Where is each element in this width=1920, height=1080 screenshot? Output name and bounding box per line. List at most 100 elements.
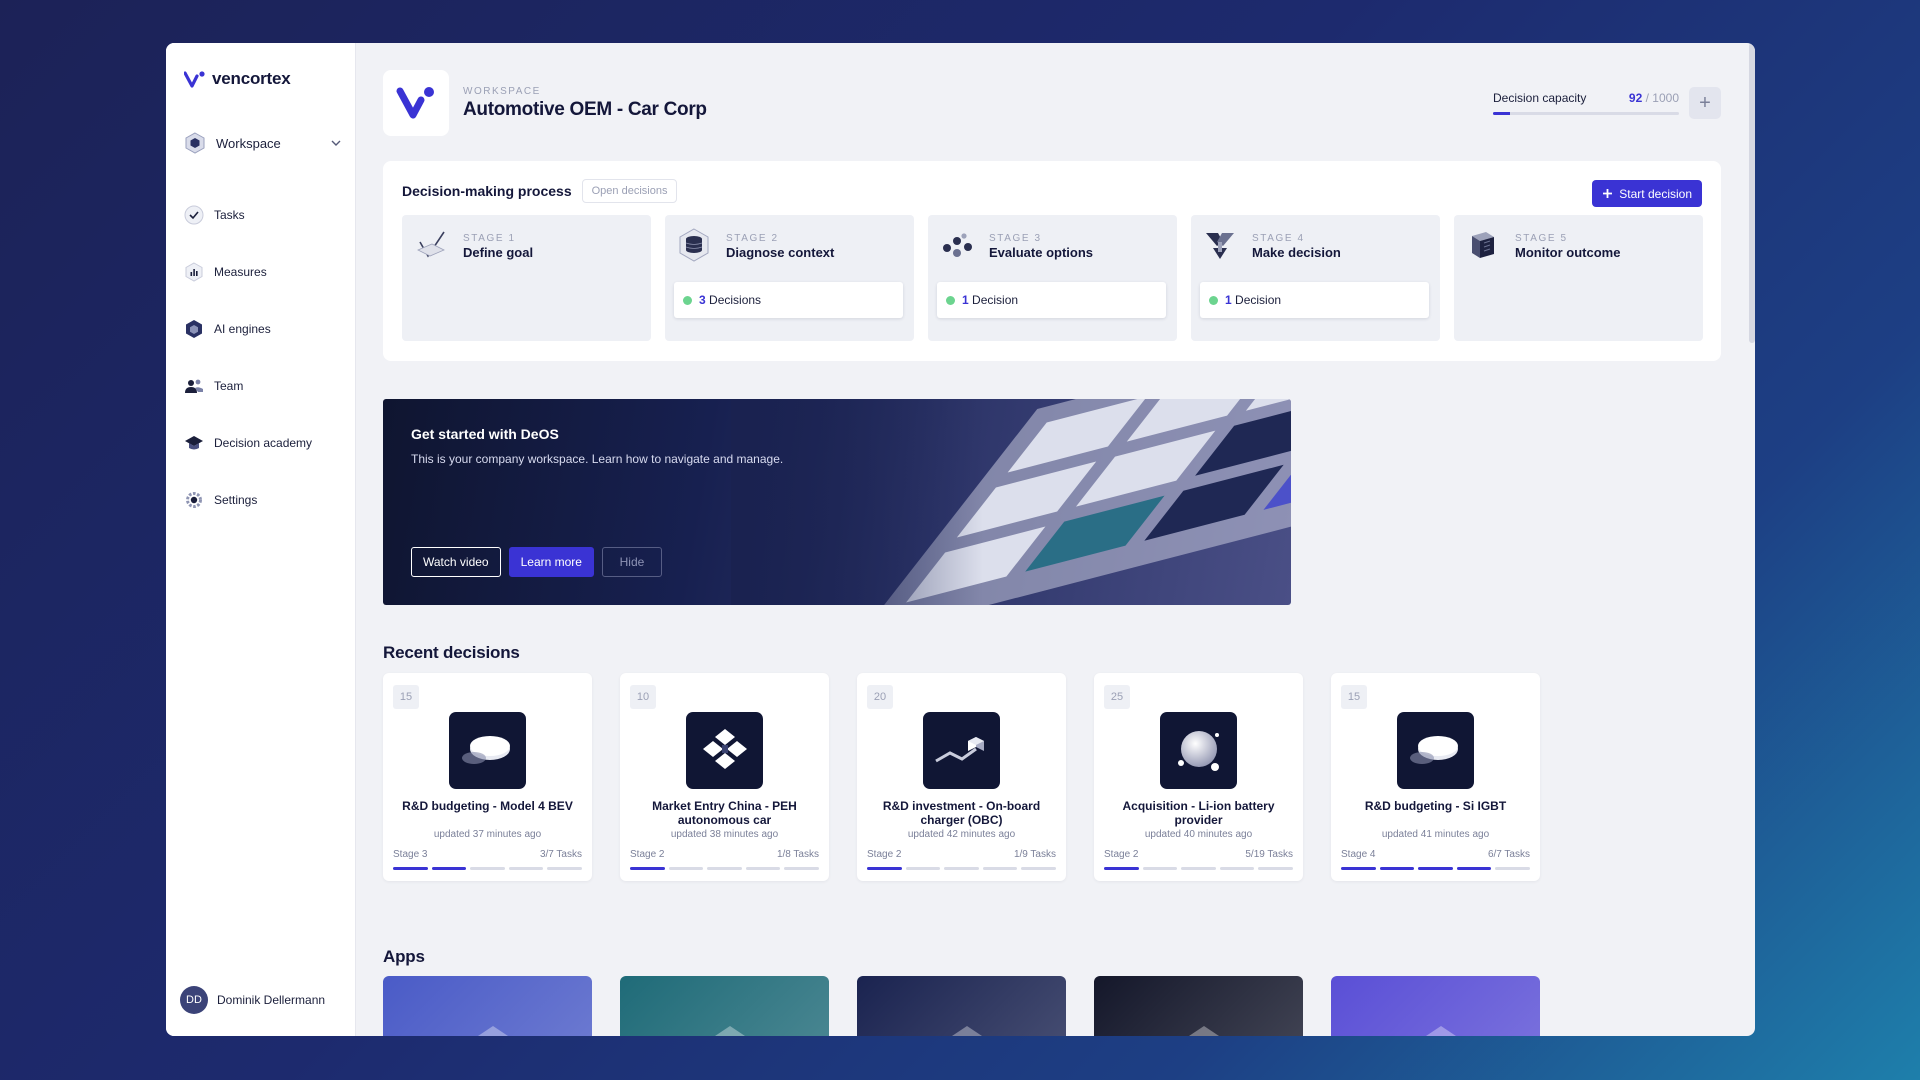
start-decision-button[interactable]: Start decision bbox=[1592, 180, 1702, 207]
decision-progress bbox=[1341, 867, 1530, 870]
progress-segment bbox=[707, 867, 742, 870]
team-icon bbox=[184, 376, 204, 396]
stage-card-make-decision[interactable]: STAGE 4 Make decision 1 Decision bbox=[1191, 215, 1440, 341]
sidebar-item-label: Tasks bbox=[214, 208, 245, 222]
workspace-header: WORKSPACE Automotive OEM - Car Corp bbox=[383, 70, 707, 136]
hide-banner-button[interactable]: Hide bbox=[601, 547, 662, 577]
banner-title: Get started with DeOS bbox=[411, 426, 559, 442]
app-card[interactable] bbox=[857, 976, 1066, 1036]
app-card[interactable] bbox=[1094, 976, 1303, 1036]
decision-capacity: Decision capacity 92 / 1000 + bbox=[1493, 87, 1721, 119]
app-card[interactable] bbox=[620, 976, 829, 1036]
graduation-cap-icon bbox=[184, 433, 204, 453]
nodes-icon bbox=[943, 233, 972, 257]
open-decisions-button[interactable]: Open decisions bbox=[581, 179, 678, 203]
capacity-separator: / bbox=[1645, 91, 1649, 105]
learn-more-button[interactable]: Learn more bbox=[508, 547, 594, 577]
decision-progress bbox=[393, 867, 582, 870]
stage-number: STAGE 2 bbox=[726, 233, 779, 244]
decision-tasks: 6/7 Tasks bbox=[1487, 849, 1530, 860]
capacity-progress-fill bbox=[1493, 112, 1511, 115]
decision-card[interactable]: 10 Market Entry China - PEH autonomous ca… bbox=[620, 673, 829, 881]
sidebar-item-ai-engines[interactable]: AI engines bbox=[184, 317, 344, 341]
gear-icon bbox=[184, 490, 204, 510]
app-illustration-icon bbox=[952, 1026, 982, 1036]
workspace-logo bbox=[383, 70, 449, 136]
stage-card-define-goal[interactable]: STAGE 1 Define goal bbox=[402, 215, 651, 341]
user-profile[interactable]: DD Dominik Dellermann bbox=[180, 986, 325, 1014]
stage-card-diagnose-context[interactable]: STAGE 2 Diagnose context 3 Decisions bbox=[665, 215, 914, 341]
scrollbar[interactable] bbox=[1749, 43, 1755, 343]
decision-card[interactable]: 20 R&D investment - On-board charger (OBC… bbox=[857, 673, 1066, 881]
stage-card-evaluate-options[interactable]: STAGE 3 Evaluate options 1 Decision bbox=[928, 215, 1177, 341]
app-illustration-icon bbox=[715, 1026, 745, 1036]
sidebar-item-label: Team bbox=[214, 379, 244, 393]
stage-number: STAGE 3 bbox=[989, 233, 1042, 244]
capacity-total: 1000 bbox=[1652, 91, 1679, 105]
database-icon bbox=[679, 228, 709, 262]
stage-decisions-badge[interactable]: 1 Decision bbox=[1200, 282, 1429, 318]
progress-segment bbox=[393, 867, 428, 870]
checklist-icon bbox=[417, 231, 445, 258]
progress-segment bbox=[1495, 867, 1530, 870]
progress-segment bbox=[1456, 867, 1492, 870]
status-dot bbox=[1209, 295, 1218, 305]
path-illustration-icon bbox=[934, 736, 984, 762]
stage-card-monitor-outcome[interactable]: STAGE 5 Monitor outcome bbox=[1454, 215, 1703, 341]
add-capacity-button[interactable]: + bbox=[1689, 87, 1721, 119]
stage-number: STAGE 4 bbox=[1252, 233, 1305, 244]
decision-card[interactable]: 25 Acquisition - Li-ion battery provider u… bbox=[1094, 673, 1303, 881]
badge-count: 1 bbox=[962, 293, 969, 307]
decision-updated: updated 42 minutes ago bbox=[907, 829, 1016, 840]
sidebar-item-team[interactable]: Team bbox=[184, 374, 344, 398]
sidebar-item-label: AI engines bbox=[214, 322, 271, 336]
progress-segment bbox=[867, 867, 902, 870]
brand-logo[interactable]: vencortex bbox=[184, 69, 291, 89]
sidebar-item-measures[interactable]: Measures bbox=[184, 260, 344, 284]
progress-segment bbox=[1181, 867, 1216, 870]
app-window: vencortex Workspace Tasks Measures AI en… bbox=[166, 43, 1755, 1036]
workspace-select[interactable]: Workspace bbox=[184, 129, 342, 157]
badge-count: 1 bbox=[1225, 293, 1232, 307]
decision-tasks: 1/8 Tasks bbox=[776, 849, 819, 860]
capacity-progress-bar bbox=[1493, 112, 1679, 115]
stage-decisions-badge[interactable]: 1 Decision bbox=[937, 282, 1166, 318]
progress-segment bbox=[630, 867, 665, 870]
progress-segment bbox=[547, 867, 582, 870]
sidebar-item-decision-academy[interactable]: Decision academy bbox=[184, 431, 344, 455]
main-content: WORKSPACE Automotive OEM - Car Corp Deci… bbox=[356, 43, 1755, 1036]
decision-thumbnail bbox=[449, 712, 526, 789]
vencortex-logo-icon bbox=[396, 87, 434, 119]
app-card[interactable] bbox=[1331, 976, 1540, 1036]
start-decision-label: Start decision bbox=[1619, 186, 1692, 201]
decision-arrows-icon bbox=[1206, 233, 1234, 259]
stage-name: Monitor outcome bbox=[1515, 245, 1621, 260]
sidebar-item-settings[interactable]: Settings bbox=[184, 488, 344, 512]
progress-segment bbox=[431, 867, 467, 870]
decision-count-badge: 10 bbox=[630, 685, 656, 709]
sidebar-item-label: Settings bbox=[214, 493, 258, 507]
stage-decisions-badge[interactable]: 3 Decisions bbox=[674, 282, 903, 318]
decision-card[interactable]: 15 R&D budgeting - Si IGBT updated 41 minu… bbox=[1331, 673, 1540, 881]
decision-card[interactable]: 15 R&D budgeting - Model 4 BEV updated 37 … bbox=[383, 673, 592, 881]
process-title: Decision-making process bbox=[402, 183, 572, 199]
progress-segment bbox=[905, 867, 941, 870]
progress-segment bbox=[1418, 867, 1453, 870]
decision-stage: Stage 2 bbox=[867, 849, 902, 860]
app-illustration-icon bbox=[1189, 1026, 1219, 1036]
decision-stage: Stage 2 bbox=[630, 849, 665, 860]
badge-count: 3 bbox=[699, 293, 706, 307]
capacity-used: 92 bbox=[1628, 91, 1643, 105]
watch-video-button[interactable]: Watch video bbox=[411, 547, 501, 577]
avatar: DD bbox=[180, 986, 208, 1014]
decision-updated: updated 37 minutes ago bbox=[433, 829, 542, 840]
workspace-preview-illustration bbox=[731, 399, 1291, 605]
decision-progress bbox=[630, 867, 819, 870]
sidebar-item-tasks[interactable]: Tasks bbox=[184, 203, 344, 227]
sphere-illustration-icon bbox=[1177, 730, 1219, 771]
decision-title: R&D budgeting - Model 4 BEV bbox=[402, 799, 573, 813]
sidebar-item-label: Decision academy bbox=[214, 436, 313, 450]
decision-thumbnail bbox=[1397, 712, 1474, 789]
app-card[interactable] bbox=[383, 976, 592, 1036]
decision-thumbnail bbox=[686, 712, 763, 789]
